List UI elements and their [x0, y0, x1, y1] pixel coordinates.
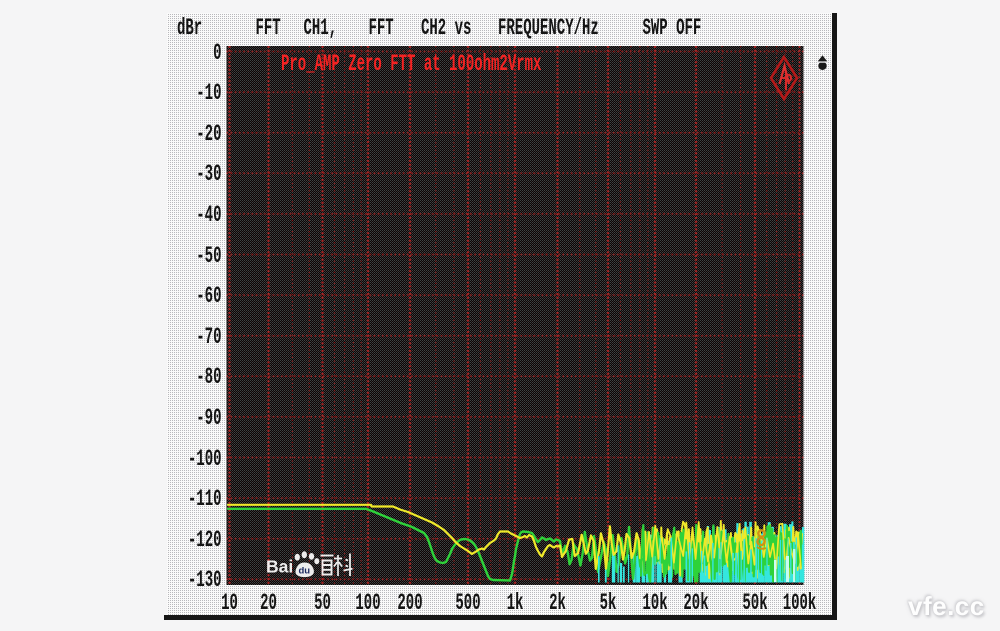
svg-text:du: du	[299, 566, 311, 577]
svg-text:Bai: Bai	[266, 557, 293, 577]
